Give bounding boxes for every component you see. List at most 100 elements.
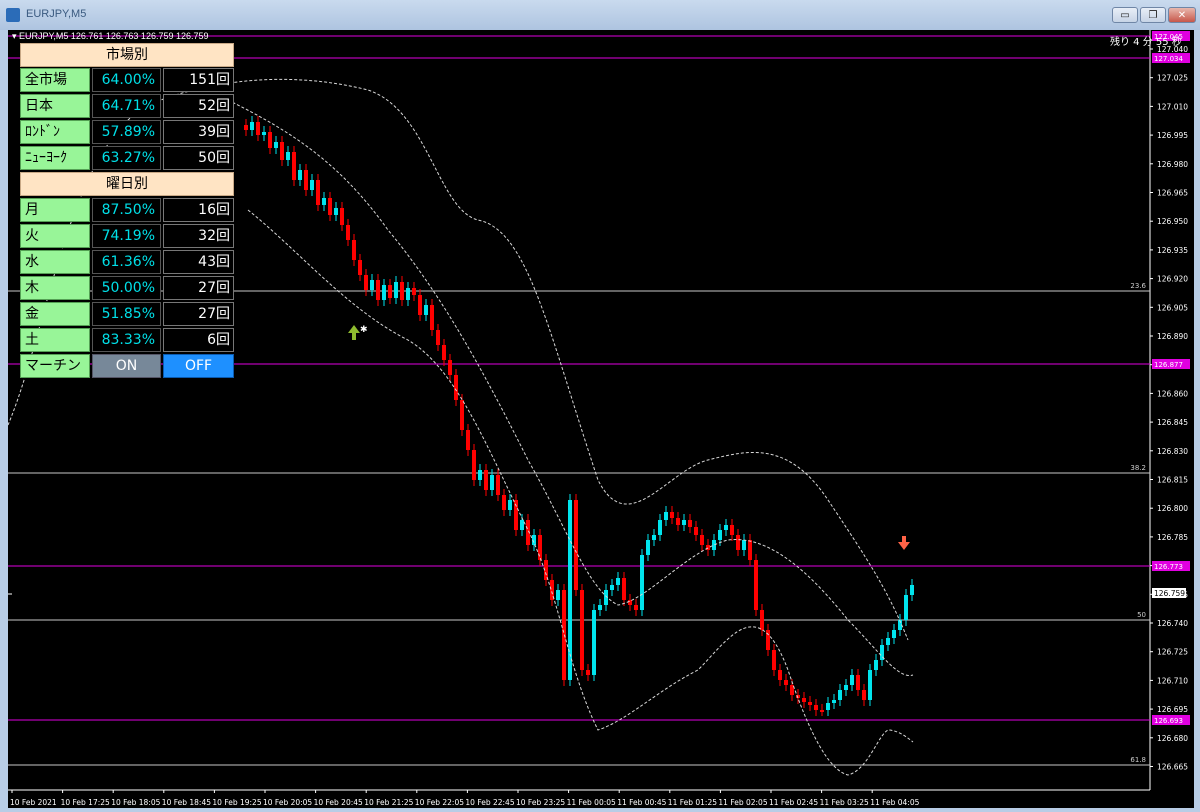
bull-candle — [874, 660, 878, 670]
bear-candle — [538, 535, 542, 560]
price-tick-label: 126.785 — [1157, 533, 1188, 542]
bull-candle — [742, 540, 746, 550]
market-pct: 64.71% — [92, 94, 161, 118]
bull-candle — [664, 512, 668, 520]
weekday-count: 32回 — [163, 224, 234, 248]
bear-candle — [340, 208, 344, 225]
time-tick-label: 10 Feb 17:25 — [61, 798, 110, 807]
weekday-row: 木 50.00% 27回 — [18, 276, 236, 301]
bull-candle — [838, 690, 842, 700]
buy-signal-arrow-icon — [348, 325, 360, 340]
bear-candle — [670, 512, 674, 518]
bear-candle — [280, 142, 284, 160]
bear-candle — [802, 698, 806, 702]
price-tick-label: 126.725 — [1157, 648, 1188, 657]
bear-candle — [364, 275, 368, 290]
weekday-row: 水 61.36% 43回 — [18, 250, 236, 275]
window-title: EURJPY,M5 — [26, 8, 87, 20]
price-tick-label: 126.935 — [1157, 246, 1188, 255]
bear-candle — [430, 305, 434, 330]
price-chart[interactable]: 127.040 127.025 127.010 126.995 126.980 126.9… — [8, 30, 1194, 808]
bear-candle — [376, 280, 380, 300]
bull-candle — [658, 520, 662, 535]
bull-candle — [508, 500, 512, 510]
bull-candle — [406, 288, 410, 300]
market-header: 市場別 — [20, 43, 234, 67]
bear-candle — [304, 170, 308, 190]
time-tick-label: 10 Feb 2021 — [10, 798, 57, 807]
bear-candle — [814, 705, 818, 710]
bull-candle — [250, 122, 254, 130]
weekday-row: 月 87.50% 16回 — [18, 198, 236, 223]
bear-candle — [730, 525, 734, 535]
market-row: ﾛﾝﾄﾞﾝ 57.89% 39回 — [18, 120, 236, 145]
market-count: 52回 — [163, 94, 234, 118]
weekday-label: 土 — [20, 328, 90, 352]
bear-candle — [688, 520, 692, 527]
time-tick-label: 11 Feb 02:05 — [718, 798, 767, 807]
market-label: ﾆｭｰﾖｰｸ — [20, 146, 90, 170]
bull-candle — [826, 703, 830, 710]
fibo-level-label: 23.6 — [1130, 282, 1146, 290]
martingale-row: マーチン ON OFF — [18, 354, 236, 379]
bear-candle — [634, 605, 638, 610]
market-label: ﾛﾝﾄﾞﾝ — [20, 120, 90, 144]
bear-candle — [760, 610, 764, 630]
bull-candle — [490, 475, 494, 490]
bear-candle — [862, 690, 866, 700]
price-tick-label: 126.710 — [1157, 676, 1188, 685]
bull-candle — [298, 170, 302, 180]
restore-button[interactable]: ❐ — [1140, 7, 1166, 23]
weekday-count: 27回 — [163, 276, 234, 300]
market-row: ﾆｭｰﾖｰｸ 63.27% 50回 — [18, 146, 236, 171]
price-tick-label: 127.010 — [1157, 102, 1188, 111]
bear-candle — [784, 680, 788, 685]
bear-candle — [586, 670, 590, 675]
bear-candle — [418, 295, 422, 315]
bear-candle — [388, 285, 392, 298]
bull-candle — [592, 610, 596, 675]
bull-candle — [868, 670, 872, 700]
fibo-level-label: 61.8 — [1130, 756, 1146, 764]
bull-candle — [646, 540, 650, 555]
bull-candle — [382, 285, 386, 300]
bear-candle — [316, 180, 320, 205]
price-tick-label: 126.815 — [1157, 476, 1188, 485]
horizontal-line-price-label: 126.773 — [1154, 563, 1183, 571]
bear-candle — [502, 495, 506, 510]
horizontal-line-price-label: 127.034 — [1154, 55, 1183, 63]
fibo-level-label: 50 — [1137, 611, 1146, 619]
bear-candle — [352, 240, 356, 260]
bear-candle — [436, 330, 440, 345]
bull-candle — [556, 590, 560, 600]
bear-candle — [778, 670, 782, 680]
price-tick-label: 126.890 — [1157, 332, 1188, 341]
minimize-button[interactable]: ▭ — [1112, 7, 1138, 23]
bear-candle — [292, 152, 296, 180]
martingale-off-button[interactable]: OFF — [163, 354, 234, 378]
bull-candle — [892, 630, 896, 638]
weekday-pct: 83.33% — [92, 328, 161, 352]
weekday-label: 金 — [20, 302, 90, 326]
close-button[interactable]: ✕ — [1168, 7, 1196, 23]
time-tick-label: 11 Feb 00:45 — [617, 798, 666, 807]
bull-candle — [724, 525, 728, 530]
bull-candle — [394, 282, 398, 298]
bear-candle — [448, 360, 452, 375]
martingale-on-button[interactable]: ON — [92, 354, 161, 378]
martingale-label: マーチン — [20, 354, 90, 378]
price-tick-label: 126.950 — [1157, 217, 1188, 226]
title-bar[interactable]: EURJPY,M5 ▭ ❐ ✕ — [0, 0, 1200, 30]
weekday-count: 16回 — [163, 198, 234, 222]
bear-candle — [256, 122, 260, 135]
weekday-row: 金 51.85% 27回 — [18, 302, 236, 327]
bull-candle — [424, 305, 428, 315]
bull-candle — [886, 638, 890, 645]
signal-star-icon: ✱ — [360, 325, 368, 335]
bear-candle — [622, 578, 626, 600]
bull-candle — [904, 595, 908, 620]
bull-candle — [682, 520, 686, 525]
weekday-count: 6回 — [163, 328, 234, 352]
price-tick-label: 126.680 — [1157, 734, 1188, 743]
bull-candle — [850, 675, 854, 685]
